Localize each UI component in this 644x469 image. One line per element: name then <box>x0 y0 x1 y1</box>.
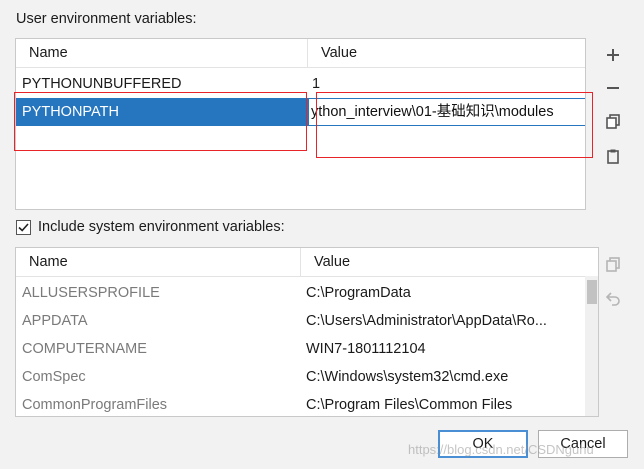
variable-name: ALLUSERSPROFILE <box>22 285 160 301</box>
paste-icon[interactable] <box>601 144 625 168</box>
checkmark-icon <box>18 223 29 232</box>
table-row[interactable]: CommonProgramFiles C:\Program Files\Comm… <box>16 391 598 416</box>
table-row[interactable]: APPDATA C:\Users\Administrator\AppData\R… <box>16 307 598 335</box>
scrollbar-thumb[interactable] <box>587 280 597 304</box>
highlight-box-name <box>14 92 307 151</box>
table-header: Name Value <box>16 39 585 68</box>
variable-value: C:\Windows\system32\cmd.exe <box>306 369 509 385</box>
value-column-header[interactable]: Value <box>301 248 585 276</box>
variable-name: ComSpec <box>22 369 86 385</box>
value-column-header[interactable]: Value <box>308 39 585 67</box>
variable-name: COMPUTERNAME <box>22 341 147 357</box>
vertical-scrollbar[interactable] <box>585 276 598 416</box>
table-header: Name Value <box>16 248 598 277</box>
name-column-header[interactable]: Name <box>16 39 307 67</box>
copy-icon[interactable] <box>601 252 625 276</box>
variable-value: C:\ProgramData <box>306 285 411 301</box>
copy-icon[interactable] <box>601 109 625 133</box>
table-row[interactable]: ALLUSERSPROFILE C:\ProgramData <box>16 279 598 307</box>
variable-value: C:\Program Files\Common Files <box>306 397 513 413</box>
include-system-label[interactable]: Include system environment variables: <box>38 219 285 235</box>
variable-name: APPDATA <box>22 313 88 329</box>
variable-name: CommonProgramFiles <box>22 397 168 413</box>
remove-icon[interactable] <box>601 76 625 100</box>
system-env-table[interactable]: Name Value ALLUSERSPROFILE C:\ProgramDat… <box>15 247 599 417</box>
table-row[interactable]: ComSpec C:\Windows\system32\cmd.exe <box>16 363 598 391</box>
add-icon[interactable] <box>601 43 625 67</box>
table-row[interactable]: COMPUTERNAME WIN7-1801112104 <box>16 335 598 363</box>
watermark-text: https://blog.csdn.net/CSDNguhu <box>408 442 594 457</box>
name-column-header[interactable]: Name <box>16 248 300 276</box>
variable-value: C:\Users\Administrator\AppData\Ro... <box>306 313 547 329</box>
user-env-label: User environment variables: <box>16 11 197 27</box>
highlight-box-value <box>316 92 593 158</box>
variable-value: WIN7-1801112104 <box>306 341 426 357</box>
revert-icon[interactable] <box>601 286 625 310</box>
include-system-checkbox[interactable] <box>16 220 31 235</box>
